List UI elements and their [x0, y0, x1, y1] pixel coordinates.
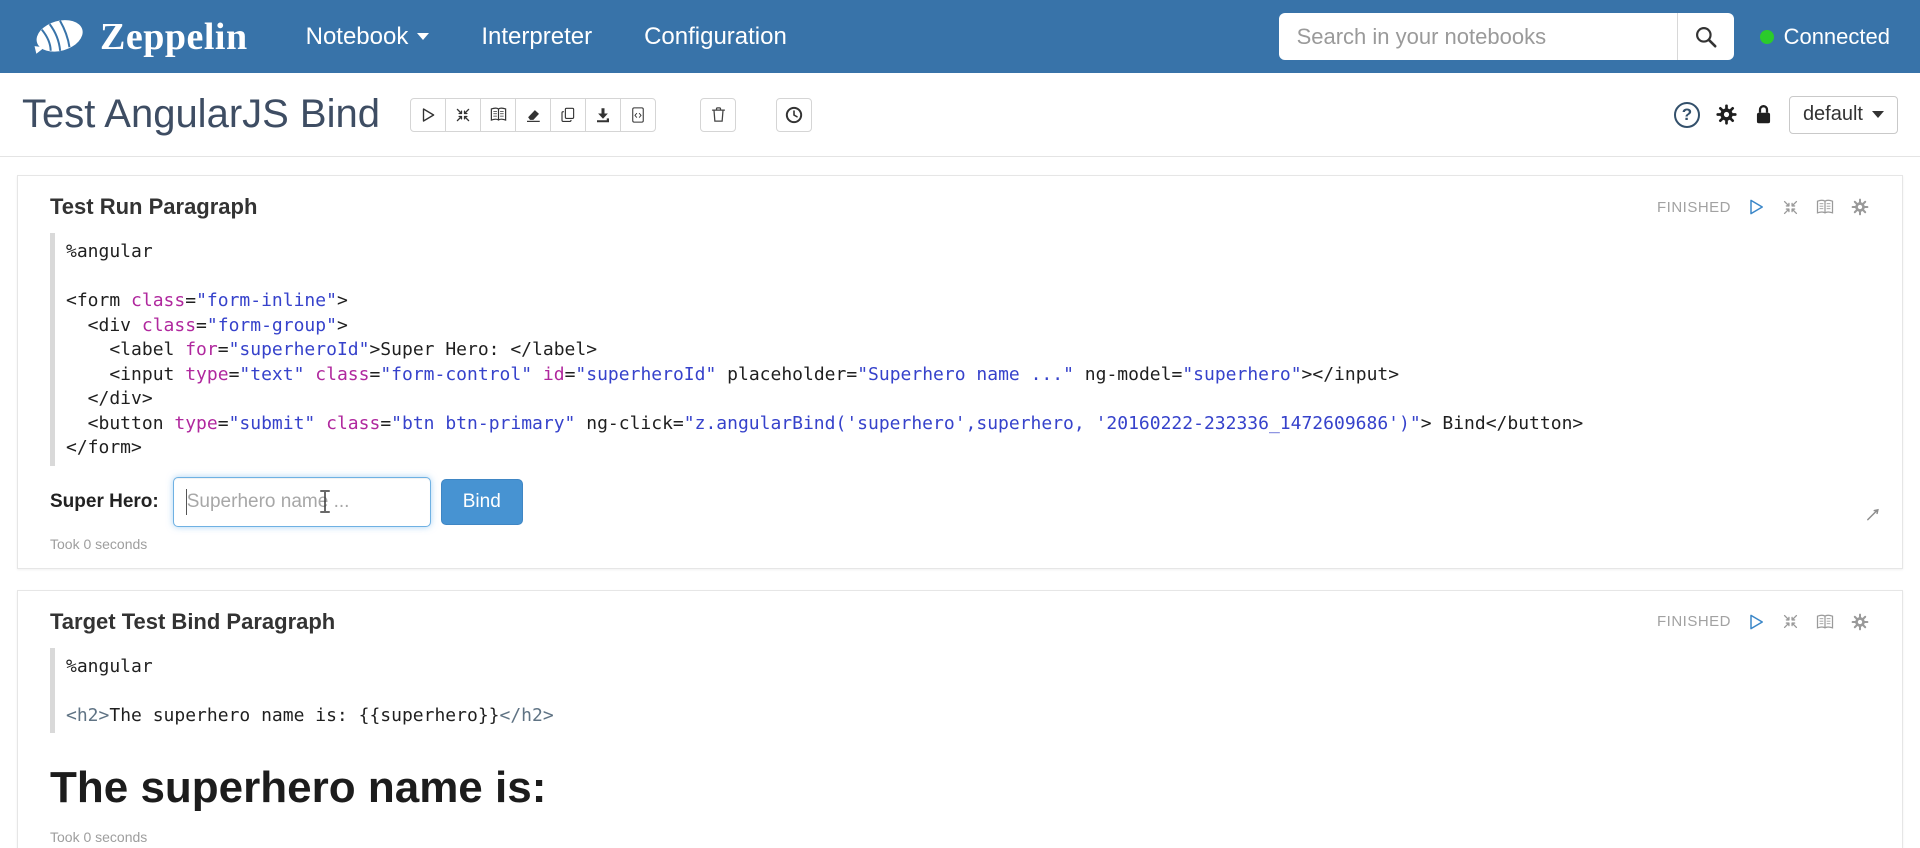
paragraph-controls: FINISHED — [1657, 612, 1870, 632]
trash-icon — [709, 105, 728, 124]
note-content: Test Run Paragraph FINISHED %angular <fo… — [0, 157, 1920, 848]
nav-item-configuration[interactable]: Configuration — [644, 23, 787, 51]
run-paragraph-button[interactable] — [1746, 197, 1766, 217]
book-icon — [489, 105, 508, 124]
play-icon — [419, 106, 437, 124]
clock-icon — [784, 105, 804, 125]
execution-time: Took 0 seconds — [50, 535, 148, 552]
connected-dot-icon — [1759, 29, 1774, 44]
book-icon[interactable] — [1815, 612, 1835, 632]
text-caret — [185, 488, 187, 515]
top-navbar: Zeppelin Notebook Interpreter Configurat… — [0, 0, 1920, 73]
status-badge: FINISHED — [1656, 198, 1731, 216]
main-nav: Notebook Interpreter Configuration — [306, 23, 787, 51]
chevron-down-icon — [1872, 111, 1884, 118]
nav-item-interpreter[interactable]: Interpreter — [481, 23, 592, 51]
toggle-output-button[interactable] — [480, 97, 516, 132]
help-icon[interactable]: ? — [1673, 101, 1700, 128]
paragraph-settings-gear-icon[interactable] — [1850, 197, 1870, 217]
clear-output-button[interactable] — [515, 97, 551, 132]
connection-status: Connected — [1759, 23, 1890, 50]
code-editor[interactable]: %angular <form class="form-inline"> <div… — [50, 233, 1870, 466]
zeppelin-logo[interactable]: Zeppelin — [30, 14, 248, 60]
clone-icon — [559, 106, 577, 124]
paragraph-title: Target Test Bind Paragraph — [50, 608, 336, 634]
execution-time: Took 0 seconds — [50, 829, 148, 845]
connection-status-label: Connected — [1783, 23, 1890, 49]
scheduler-button[interactable] — [776, 97, 812, 132]
superhero-name-input[interactable] — [172, 476, 431, 527]
shrink-icon — [454, 106, 472, 124]
clone-note-button[interactable] — [550, 97, 586, 132]
paragraph-resize-handle[interactable] — [1865, 507, 1880, 522]
code-view-button[interactable] — [620, 97, 656, 132]
angular-output-heading: The superhero name is: — [50, 763, 547, 812]
shrink-icon[interactable] — [1781, 612, 1800, 631]
search-input[interactable] — [1278, 13, 1677, 60]
superhero-label: Super Hero: — [50, 490, 159, 512]
run-all-paragraphs-button[interactable] — [410, 97, 446, 132]
lock-icon[interactable] — [1753, 103, 1774, 126]
note-title[interactable]: Test AngularJS Bind — [22, 92, 380, 137]
note-action-group — [410, 97, 656, 132]
note-toolbar-right: ? default — [1673, 95, 1898, 134]
notebook-search — [1278, 13, 1734, 60]
paragraph-settings-gear-icon[interactable] — [1850, 612, 1870, 632]
interpreter-binding-dropdown[interactable]: default — [1788, 95, 1898, 134]
angular-form-output: Super Hero: Bind — [50, 476, 1870, 527]
export-note-button[interactable] — [585, 97, 621, 132]
brand-name: Zeppelin — [100, 15, 248, 58]
ibeam-cursor-icon — [319, 489, 331, 514]
shrink-icon[interactable] — [1781, 198, 1800, 217]
book-icon[interactable] — [1815, 197, 1835, 217]
nav-item-notebook[interactable]: Notebook — [306, 23, 430, 51]
code-file-icon — [629, 106, 647, 124]
gear-icon[interactable] — [1715, 103, 1738, 126]
chevron-down-icon — [417, 33, 430, 40]
code-editor[interactable]: %angular <h2>The superhero name is: {{su… — [50, 647, 1870, 733]
remove-note-button[interactable] — [700, 97, 736, 132]
run-paragraph-button[interactable] — [1746, 612, 1766, 632]
zeppelin-blimp-icon — [30, 14, 88, 60]
search-button[interactable] — [1676, 13, 1734, 60]
eraser-icon — [524, 106, 542, 124]
bind-button[interactable]: Bind — [440, 478, 523, 525]
paragraph-test-run: Test Run Paragraph FINISHED %angular <fo… — [17, 175, 1903, 569]
collapse-code-button[interactable] — [445, 97, 481, 132]
status-badge: FINISHED — [1656, 613, 1731, 630]
paragraph-title: Test Run Paragraph — [50, 194, 258, 219]
search-icon — [1693, 24, 1719, 50]
download-icon — [594, 106, 612, 124]
paragraph-target-bind: Target Test Bind Paragraph FINISHED %ang… — [17, 589, 1903, 848]
paragraph-controls: FINISHED — [1657, 197, 1870, 217]
note-toolbar: Test AngularJS Bind ? default — [0, 73, 1920, 157]
